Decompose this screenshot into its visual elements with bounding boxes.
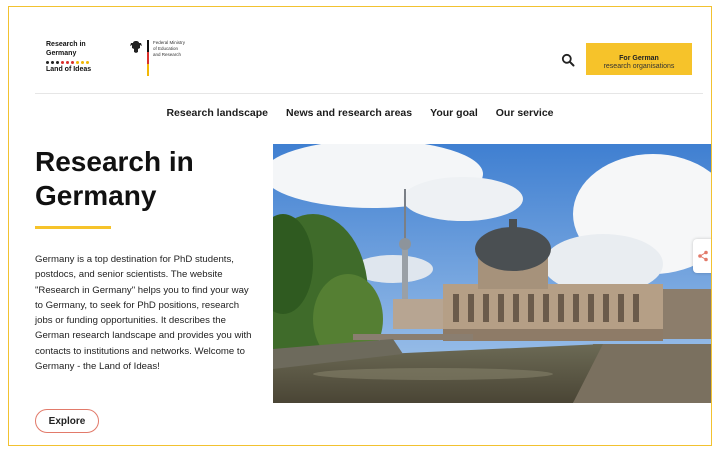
hero-illustration [273,144,711,403]
page-frame: Research in Germany Land of Ideas Federa… [8,6,712,446]
cta-line-1: For German [619,54,659,62]
site-header: Research in Germany Land of Ideas Federa… [9,7,711,93]
explore-button[interactable]: Explore [35,409,99,433]
berlin-museum-island-image [273,144,711,403]
search-icon[interactable] [561,53,575,67]
nav-item-news-and-research-areas[interactable]: News and research areas [286,107,412,119]
logo-dot [66,61,69,64]
federal-eagle-icon [130,41,142,53]
logo-dot [56,61,59,64]
logo-dot [86,61,89,64]
logo-dot [46,61,49,64]
flag-bar [147,40,149,76]
logo-line-1: Research in [46,41,86,48]
ministry-text: Federal Ministry of Education and Resear… [153,40,203,58]
ministry-logo[interactable]: Federal Ministry of Education and Resear… [129,40,203,76]
logo-line-2: Germany [46,50,77,57]
logo-line-3: Land of Ideas [46,66,92,73]
logo-dot [71,61,74,64]
logo-dot [61,61,64,64]
logo-dot [81,61,84,64]
cta-line-2: research organisations [603,62,675,70]
ministry-line-3: and Research [153,52,182,57]
german-research-organisations-button[interactable]: For German research organisations [586,43,692,75]
logo-dot [51,61,54,64]
header-divider [35,93,703,94]
logo-dot [76,61,79,64]
nav-item-research-landscape[interactable]: Research landscape [166,107,268,119]
hero-description: Germany is a top destination for PhD stu… [35,254,252,373]
research-in-germany-logo[interactable]: Research in Germany Land of Ideas [46,40,116,73]
main-navigation: Research landscape News and research are… [9,103,711,123]
share-button[interactable] [693,239,711,273]
page-title: Research in Germany [35,146,194,211]
title-accent-line [35,226,111,229]
logo-dots [46,61,116,64]
nav-item-your-goal[interactable]: Your goal [430,107,478,119]
nav-item-our-service[interactable]: Our service [496,107,554,119]
share-icon [698,250,708,262]
